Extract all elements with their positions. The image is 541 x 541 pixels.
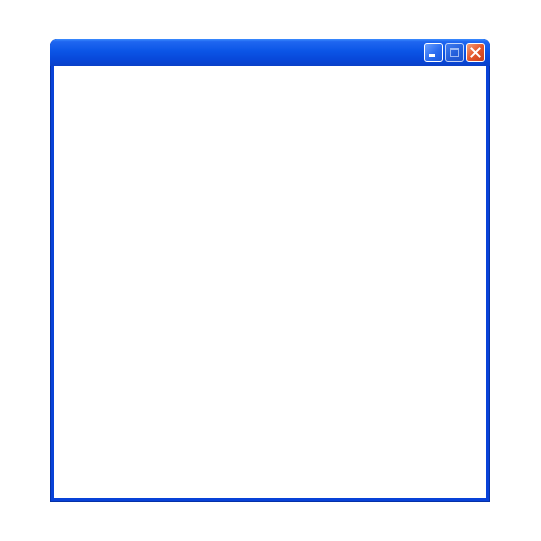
caption-buttons: [424, 43, 485, 63]
title-bar[interactable]: [50, 39, 490, 66]
minimize-button[interactable]: [424, 43, 443, 62]
close-icon: [470, 47, 481, 58]
app-window: [50, 39, 490, 502]
window-client-area[interactable]: [54, 66, 486, 498]
minimize-icon: [429, 54, 435, 57]
close-button[interactable]: [466, 43, 485, 62]
maximize-button[interactable]: [445, 43, 464, 62]
maximize-icon: [450, 48, 459, 57]
